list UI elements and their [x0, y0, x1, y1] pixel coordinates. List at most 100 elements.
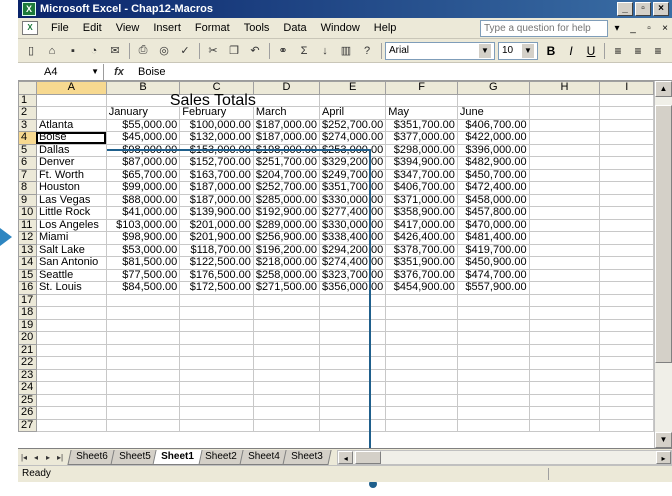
cut-icon[interactable]: ✂: [203, 41, 223, 61]
cell[interactable]: [528, 218, 601, 232]
cell[interactable]: [528, 318, 601, 332]
tab-sheet2[interactable]: Sheet2: [196, 449, 246, 465]
scroll-up-icon[interactable]: ▲: [655, 81, 672, 97]
cell[interactable]: [105, 368, 181, 382]
cell[interactable]: [319, 381, 387, 395]
cell[interactable]: [528, 206, 601, 220]
cell[interactable]: [179, 368, 254, 382]
value-cell[interactable]: $55,000.00: [105, 118, 181, 132]
next-sheet-icon[interactable]: ▸: [42, 453, 54, 462]
scroll-left-icon[interactable]: ◂: [338, 450, 354, 464]
cell[interactable]: [35, 343, 107, 357]
cell[interactable]: [599, 218, 654, 232]
value-cell[interactable]: $351,900.00: [385, 256, 458, 270]
row-header[interactable]: 12: [18, 231, 37, 245]
cell[interactable]: [528, 268, 601, 282]
cell[interactable]: [252, 368, 321, 382]
cell[interactable]: [179, 343, 254, 357]
month-header[interactable]: May: [385, 106, 458, 120]
cell[interactable]: [599, 381, 654, 395]
value-cell[interactable]: $406,700.00: [385, 181, 458, 195]
city-cell[interactable]: Los Angeles: [35, 218, 107, 232]
email-icon[interactable]: ✉: [105, 41, 125, 61]
cell[interactable]: [528, 381, 601, 395]
value-cell[interactable]: $187,000.00: [252, 118, 321, 132]
cell[interactable]: [528, 156, 601, 170]
value-cell[interactable]: $285,000.00: [252, 193, 321, 207]
cell[interactable]: [319, 406, 387, 420]
value-cell[interactable]: $289,000.00: [252, 218, 321, 232]
value-cell[interactable]: $271,500.00: [252, 281, 321, 295]
save-icon[interactable]: ▪: [63, 41, 83, 61]
cell[interactable]: [105, 393, 181, 407]
doc-minimize-button[interactable]: _: [626, 23, 640, 34]
row-header[interactable]: 2: [18, 106, 37, 120]
cell[interactable]: [35, 331, 107, 345]
cell[interactable]: [456, 343, 530, 357]
value-cell[interactable]: $417,000.00: [385, 218, 458, 232]
cell[interactable]: [599, 93, 654, 107]
city-cell[interactable]: Dallas: [35, 143, 107, 157]
cell[interactable]: [599, 243, 654, 257]
value-cell[interactable]: $358,900.00: [385, 206, 458, 220]
month-header[interactable]: April: [319, 106, 387, 120]
cell[interactable]: [179, 381, 254, 395]
cell[interactable]: [105, 406, 181, 420]
column-header-d[interactable]: D: [252, 81, 321, 95]
cell[interactable]: [528, 418, 601, 432]
doc-close-button[interactable]: ×: [658, 23, 672, 34]
maximize-button[interactable]: ▫: [635, 2, 651, 16]
row-header[interactable]: 10: [18, 206, 37, 220]
cell[interactable]: [385, 356, 458, 370]
column-header-g[interactable]: G: [456, 81, 530, 95]
cell[interactable]: [179, 418, 254, 432]
menu-data[interactable]: Data: [276, 22, 313, 34]
select-all-corner[interactable]: [18, 81, 37, 95]
cell[interactable]: [179, 356, 254, 370]
column-header-f[interactable]: F: [385, 81, 458, 95]
value-cell[interactable]: $470,000.00: [456, 218, 530, 232]
cell[interactable]: [105, 306, 181, 320]
cell[interactable]: [105, 356, 181, 370]
value-cell[interactable]: $256,900.00: [252, 231, 321, 245]
city-cell[interactable]: San Antonio: [35, 256, 107, 270]
row-header[interactable]: 6: [18, 156, 37, 170]
row-header[interactable]: 21: [18, 343, 37, 357]
horizontal-scroll-thumb[interactable]: [355, 450, 382, 464]
cell[interactable]: [528, 281, 601, 295]
row-header[interactable]: 9: [18, 193, 37, 207]
cell[interactable]: [319, 343, 387, 357]
cell[interactable]: [385, 93, 458, 107]
cell[interactable]: [456, 93, 530, 107]
cell[interactable]: [528, 231, 601, 245]
cell[interactable]: [35, 418, 107, 432]
value-cell[interactable]: $172,500.00: [179, 281, 254, 295]
value-cell[interactable]: $394,900.00: [385, 156, 458, 170]
value-cell[interactable]: $81,500.00: [105, 256, 181, 270]
value-cell[interactable]: $474,700.00: [456, 268, 530, 282]
cell[interactable]: [179, 306, 254, 320]
value-cell[interactable]: $377,000.00: [385, 131, 458, 145]
value-cell[interactable]: $187,000.00: [179, 181, 254, 195]
scroll-right-icon[interactable]: ▸: [656, 450, 671, 464]
cell[interactable]: [599, 206, 654, 220]
italic-button[interactable]: I: [561, 41, 581, 61]
tab-sheet6[interactable]: Sheet6: [67, 449, 117, 465]
cell[interactable]: [599, 393, 654, 407]
cell[interactable]: [599, 343, 654, 357]
cell[interactable]: [528, 193, 601, 207]
cell[interactable]: [319, 356, 387, 370]
value-cell[interactable]: $201,900.00: [179, 231, 254, 245]
cell[interactable]: [599, 293, 654, 307]
value-cell[interactable]: $351,700.00: [385, 118, 458, 132]
cell[interactable]: [528, 181, 601, 195]
value-cell[interactable]: $472,400.00: [456, 181, 530, 195]
value-cell[interactable]: $249,700.00: [319, 168, 387, 182]
value-cell[interactable]: $122,500.00: [179, 256, 254, 270]
cell[interactable]: [599, 118, 654, 132]
font-name-select[interactable]: Arial ▼: [385, 41, 495, 60]
open-icon[interactable]: ⌂: [42, 41, 62, 61]
cell[interactable]: [105, 318, 181, 332]
row-header[interactable]: 22: [18, 356, 37, 370]
cell[interactable]: [35, 381, 107, 395]
